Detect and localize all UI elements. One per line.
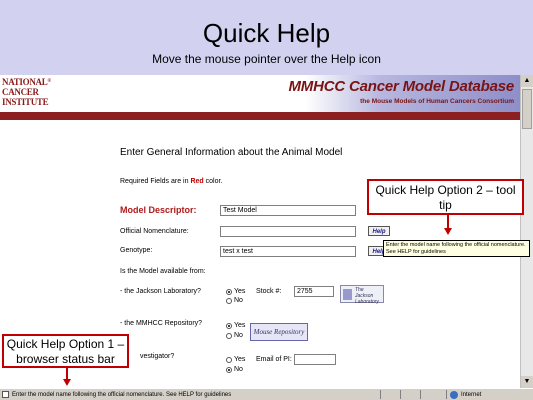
- browser-status-bar: Enter the model name following the offic…: [0, 388, 533, 400]
- nci-logo-line2: CANCER: [2, 87, 39, 97]
- callout-1-arrow-head: [63, 379, 71, 386]
- status-separator: [380, 390, 381, 399]
- database-subtitle: the Mouse Models of Human Cancers Consor…: [360, 98, 514, 105]
- callout-2-arrow-head: [444, 228, 452, 235]
- mmhcc-yes-radio[interactable]: [226, 323, 232, 329]
- mmhcc-yes-label: Yes: [234, 322, 246, 329]
- investigator-yes-radio[interactable]: [226, 357, 232, 363]
- nci-logo-line1: NATIONAL: [2, 77, 48, 87]
- model-descriptor-label: Model Descriptor:: [120, 205, 197, 215]
- mouse-repository-logo[interactable]: Mouse Repository: [250, 323, 308, 341]
- security-zone-label: Internet: [461, 392, 482, 398]
- status-separator: [400, 390, 401, 399]
- page-status-icon: [2, 391, 9, 398]
- jackson-lab-label: - the Jackson Laboratory?: [120, 288, 201, 295]
- official-nomenclature-label: Official Nomenclature:: [120, 228, 189, 235]
- scroll-thumb[interactable]: [522, 89, 532, 129]
- internet-zone-icon: [450, 391, 458, 399]
- callout-2-arrow-line: [447, 215, 449, 229]
- mmhcc-no-radio[interactable]: [226, 333, 232, 339]
- investigator-yes-label: Yes: [234, 356, 246, 363]
- jackson-yes-label: Yes: [234, 288, 246, 295]
- required-prefix: Required Fields are in: [120, 178, 191, 185]
- help-tooltip: Enter the model name following the offic…: [383, 240, 530, 257]
- model-descriptor-input[interactable]: [220, 205, 356, 216]
- banner-divider: [0, 112, 520, 120]
- investigator-label: vestigator?: [140, 353, 175, 360]
- jackson-lab-logo[interactable]: The Jackson Laboratory: [340, 285, 384, 305]
- nci-logo[interactable]: NATIONAL® CANCER INSTITUTE: [2, 77, 64, 110]
- mmhcc-repository-label: - the MMHCC Repository?: [120, 320, 203, 327]
- genotype-label: Genotype:: [120, 247, 153, 254]
- status-text: Enter the model name following the offic…: [12, 392, 232, 398]
- scroll-down-icon[interactable]: ▼: [521, 376, 533, 388]
- callout-tooltip-option: Quick Help Option 2 – tool tip: [367, 179, 524, 215]
- form-section-title: Enter General Information about the Anim…: [120, 147, 343, 158]
- nci-logo-line3: INSTITUTE: [2, 97, 49, 107]
- genotype-input[interactable]: [220, 246, 356, 257]
- nci-logo-reg: ®: [47, 79, 51, 84]
- pi-email-input[interactable]: [294, 354, 336, 365]
- mmhcc-no-label: No: [234, 332, 243, 339]
- investigator-no-radio[interactable]: [226, 367, 232, 373]
- official-nomenclature-input[interactable]: [220, 226, 356, 237]
- stock-number-input[interactable]: [294, 286, 334, 297]
- slide-subtitle: Move the mouse pointer over the Help ico…: [152, 52, 381, 66]
- site-banner: NATIONAL® CANCER INSTITUTE MMHCC Cancer …: [0, 75, 520, 112]
- jackson-no-label: No: [234, 297, 243, 304]
- pi-email-label: Email of PI:: [256, 356, 292, 363]
- required-suffix: color.: [203, 178, 223, 185]
- banner-graphic: MMHCC Cancer Model Database the Mouse Mo…: [289, 75, 520, 112]
- callout-statusbar-option: Quick Help Option 1 – browser status bar: [2, 334, 129, 368]
- slide-title: Quick Help: [202, 18, 331, 48]
- required-color-word: Red: [190, 178, 204, 185]
- stock-number-label: Stock #:: [256, 288, 282, 295]
- jackson-yes-radio[interactable]: [226, 289, 232, 295]
- help-button-nomenclature[interactable]: Help: [368, 226, 390, 236]
- status-separator: [420, 390, 421, 399]
- database-title: MMHCC Cancer Model Database: [288, 78, 515, 95]
- vertical-scrollbar[interactable]: ▲ ▼: [520, 75, 533, 388]
- status-separator: [446, 390, 447, 399]
- scroll-up-icon[interactable]: ▲: [521, 75, 533, 87]
- availability-question: Is the Model available from:: [120, 268, 206, 275]
- jackson-no-radio[interactable]: [226, 298, 232, 304]
- investigator-no-label: No: [234, 366, 243, 373]
- required-fields-note: Required Fields are in Red color.: [120, 178, 222, 185]
